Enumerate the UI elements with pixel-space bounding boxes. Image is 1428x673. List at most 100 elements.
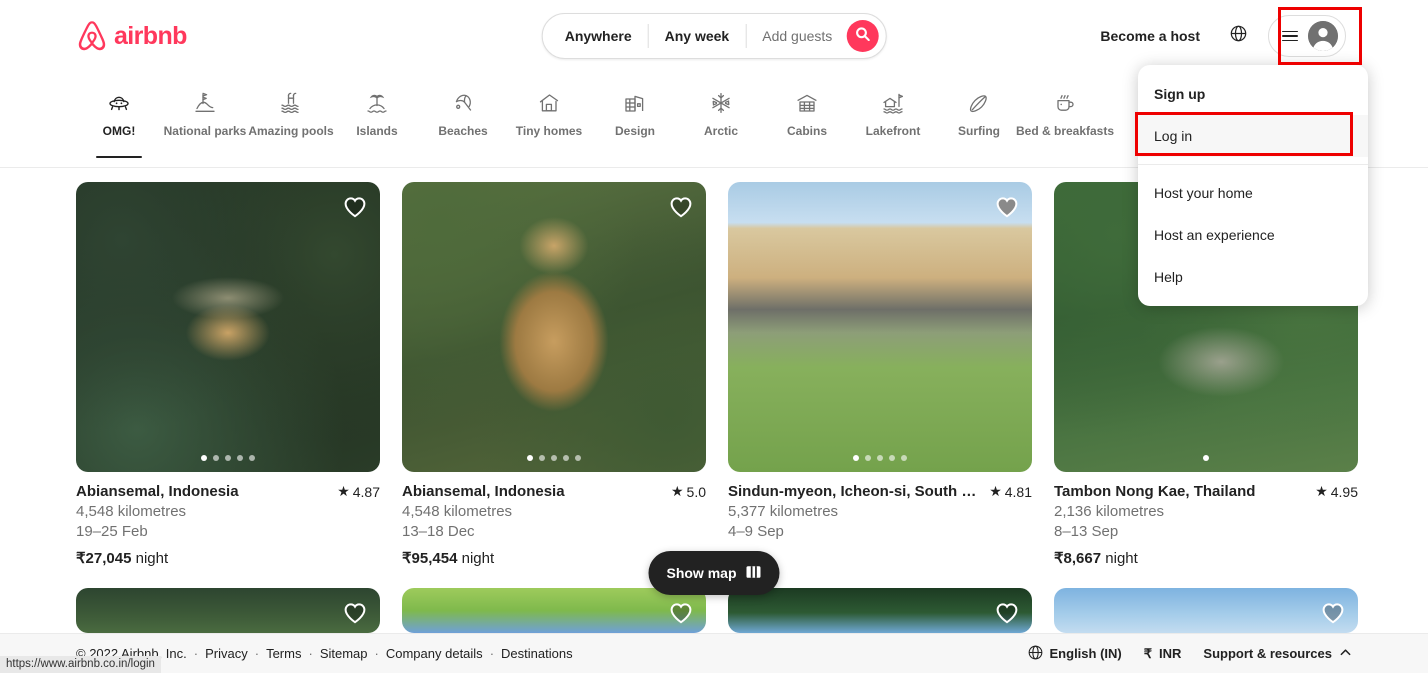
- favorite-heart-icon[interactable]: [994, 194, 1020, 220]
- price-amount: ₹27,045: [76, 550, 132, 567]
- search-where[interactable]: Anywhere: [543, 14, 648, 58]
- menu-item-log-in[interactable]: Log in: [1138, 115, 1368, 157]
- listing-image[interactable]: [1054, 588, 1358, 633]
- listing-dates: 4–9 Sep: [728, 523, 784, 540]
- profile-menu-button[interactable]: [1268, 15, 1346, 57]
- menu-item-help[interactable]: Help: [1138, 256, 1368, 298]
- footer-link-company-details[interactable]: Company details: [386, 646, 483, 661]
- listing-image[interactable]: [402, 182, 706, 472]
- hamburger-icon: [1282, 30, 1298, 42]
- category-amazing-pools[interactable]: Amazing pools: [248, 86, 334, 138]
- footer-currency-selector[interactable]: ₹ INR: [1144, 646, 1182, 662]
- become-a-host-link[interactable]: Become a host: [1086, 16, 1214, 56]
- snowflake-icon: [709, 90, 733, 116]
- listing-rating: ★ 5.0: [663, 483, 706, 500]
- search-guests[interactable]: Add guests: [746, 14, 846, 58]
- listing-image[interactable]: [728, 182, 1032, 472]
- listing-rating: ★ 4.87: [329, 483, 380, 500]
- category-label: Islands: [356, 124, 398, 138]
- image-carousel-dots[interactable]: [1203, 455, 1209, 461]
- footer-language-selector[interactable]: English (IN): [1028, 645, 1122, 663]
- favorite-heart-icon[interactable]: [1320, 600, 1346, 626]
- favorite-heart-icon[interactable]: [668, 600, 694, 626]
- favorite-heart-icon[interactable]: [994, 600, 1020, 626]
- listing-card[interactable]: [76, 588, 380, 633]
- listing-header-row: Sindun-myeon, Icheon-si, South Korea ★ 4…: [728, 482, 1032, 501]
- listing-card[interactable]: Sindun-myeon, Icheon-si, South Korea ★ 4…: [728, 182, 1032, 568]
- listing-card[interactable]: Abiansemal, Indonesia ★ 4.87 4,548 kilom…: [76, 182, 380, 568]
- map-icon: [746, 564, 762, 583]
- favorite-heart-icon[interactable]: [668, 194, 694, 220]
- footer-right: English (IN) ₹ INR Support & resources: [1028, 645, 1352, 663]
- listing-card[interactable]: [728, 588, 1032, 633]
- category-surfing[interactable]: Surfing: [936, 86, 1022, 138]
- rating-value: 4.87: [352, 483, 380, 500]
- profile-menu-wrapper: [1262, 9, 1352, 63]
- favorite-heart-icon[interactable]: [342, 600, 368, 626]
- category-arctic[interactable]: Arctic: [678, 86, 764, 138]
- category-lakefront[interactable]: Lakefront: [850, 86, 936, 138]
- category-beaches[interactable]: Beaches: [420, 86, 506, 138]
- header-actions: Become a host: [1086, 9, 1352, 63]
- listing-info: Tambon Nong Kae, Thailand ★ 4.95 2,136 k…: [1054, 472, 1358, 568]
- listing-title: Tambon Nong Kae, Thailand: [1054, 483, 1256, 500]
- category-bed-and-breakfasts[interactable]: Bed & breakfasts: [1016, 86, 1114, 138]
- show-map-label: Show map: [666, 565, 737, 581]
- cabin-icon: [795, 90, 819, 116]
- listing-image[interactable]: [402, 588, 706, 633]
- category-label: Tiny homes: [515, 124, 583, 138]
- national-park-icon: [193, 90, 217, 116]
- design-building-icon: [623, 90, 647, 116]
- listing-price: ₹8,667 night: [1054, 549, 1358, 568]
- listing-card[interactable]: [402, 588, 706, 633]
- category-islands[interactable]: Islands: [334, 86, 420, 138]
- tiny-home-icon: [537, 90, 561, 116]
- footer-link-terms[interactable]: Terms: [266, 646, 301, 661]
- airbnb-logo[interactable]: airbnb: [76, 19, 187, 53]
- footer-link-sitemap[interactable]: Sitemap: [320, 646, 368, 661]
- listing-price: ₹27,045 night: [76, 549, 380, 568]
- search-bar[interactable]: Anywhere Any week Add guests: [541, 13, 887, 59]
- menu-item-host-your-home[interactable]: Host your home: [1138, 172, 1368, 214]
- footer-link-privacy[interactable]: Privacy: [205, 646, 248, 661]
- footer-support-resources[interactable]: Support & resources: [1203, 646, 1352, 662]
- language-globe-button[interactable]: [1218, 16, 1258, 56]
- site-header: airbnb Anywhere Any week Add guests Beco…: [0, 0, 1428, 72]
- footer-sep: ·: [374, 646, 379, 661]
- listing-image[interactable]: [76, 182, 380, 472]
- category-tiny-homes[interactable]: Tiny homes: [506, 86, 592, 138]
- category-omg[interactable]: OMG!: [76, 86, 162, 158]
- menu-item-sign-up[interactable]: Sign up: [1138, 73, 1368, 115]
- listing-image[interactable]: [76, 588, 380, 633]
- show-map-button[interactable]: Show map: [648, 551, 780, 595]
- profile-dropdown-menu: Sign up Log in Host your home Host an ex…: [1138, 65, 1368, 306]
- star-icon: ★: [670, 483, 684, 499]
- listing-card[interactable]: [1054, 588, 1358, 633]
- image-carousel-dots[interactable]: [527, 455, 581, 461]
- lakefront-icon: [881, 90, 905, 116]
- category-design[interactable]: Design: [592, 86, 678, 138]
- listing-image[interactable]: [728, 588, 1032, 633]
- category-cabins[interactable]: Cabins: [764, 86, 850, 138]
- category-label: Beaches: [438, 124, 488, 138]
- listing-card[interactable]: Abiansemal, Indonesia ★ 5.0 4,548 kilome…: [402, 182, 706, 568]
- category-national-parks[interactable]: National parks: [162, 86, 248, 138]
- image-carousel-dots[interactable]: [201, 455, 255, 461]
- globe-icon: [1230, 25, 1247, 47]
- globe-icon: [1028, 645, 1043, 663]
- listing-info: Sindun-myeon, Icheon-si, South Korea ★ 4…: [728, 472, 1032, 568]
- beach-umbrella-icon: [451, 90, 475, 116]
- image-carousel-dots[interactable]: [853, 455, 907, 461]
- listing-header-row: Abiansemal, Indonesia ★ 4.87: [76, 482, 380, 501]
- search-submit-button[interactable]: [846, 20, 879, 52]
- language-label: English (IN): [1049, 646, 1122, 661]
- star-icon: ★: [337, 483, 350, 499]
- favorite-heart-icon[interactable]: [342, 194, 368, 220]
- menu-item-host-an-experience[interactable]: Host an experience: [1138, 214, 1368, 256]
- footer-link-destinations[interactable]: Destinations: [501, 646, 573, 661]
- price-amount: ₹8,667: [1054, 550, 1102, 567]
- footer-sep: ·: [193, 646, 199, 661]
- coffee-cup-icon: [1053, 90, 1077, 116]
- listing-info: Abiansemal, Indonesia ★ 4.87 4,548 kilom…: [76, 472, 380, 568]
- search-when[interactable]: Any week: [649, 14, 746, 58]
